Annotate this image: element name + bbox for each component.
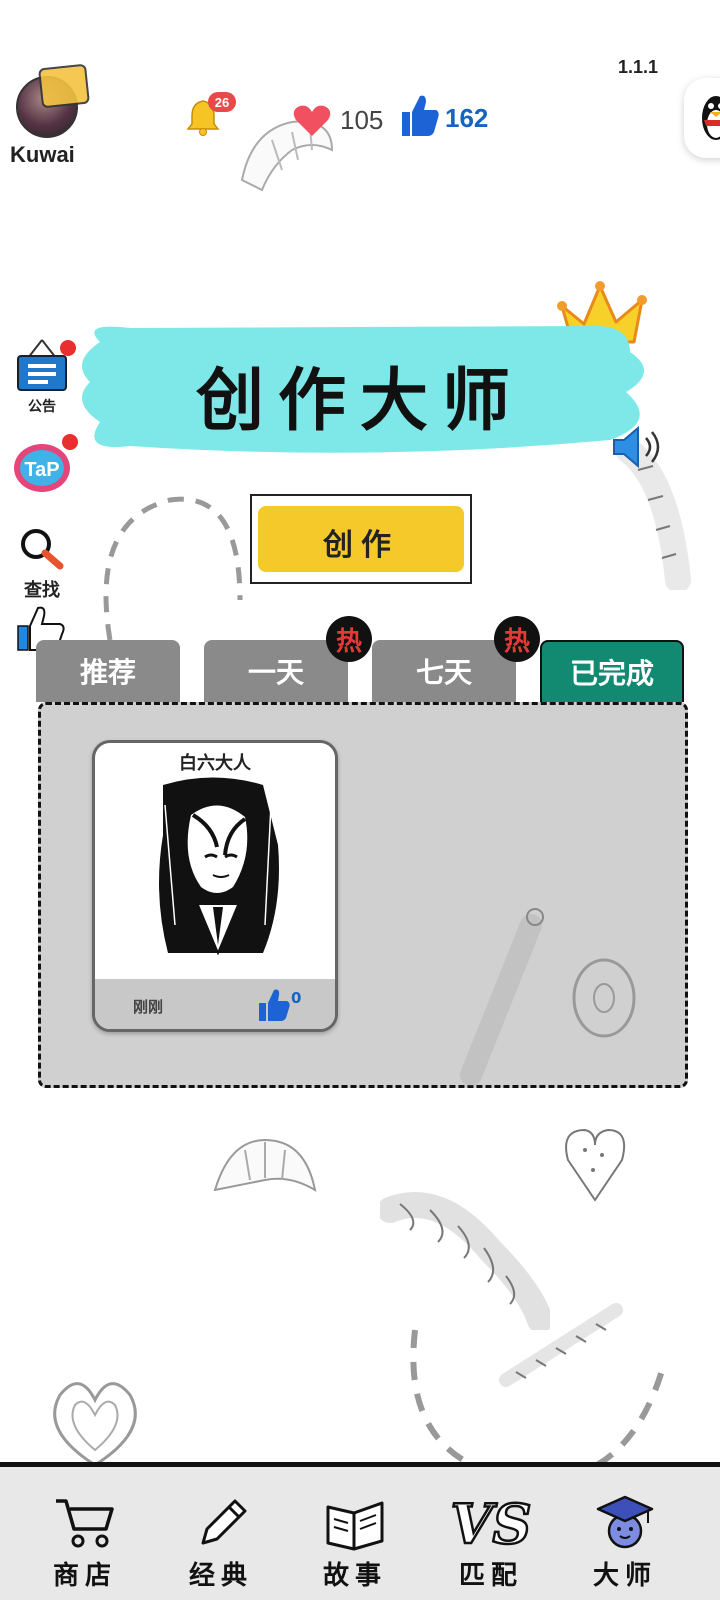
nav-label: 经典 [188, 1561, 253, 1591]
version-label: 1.1.1 [618, 57, 659, 77]
heart-icon [293, 105, 331, 136]
notification-badge: 26 [208, 92, 236, 112]
dashed-arc-doodle [103, 496, 243, 641]
qq-share-button[interactable] [684, 78, 720, 158]
rolling-pin-doodle [460, 908, 544, 1086]
card-footer: 刚刚 0 [95, 979, 335, 1029]
svg-text:TaP: TaP [24, 459, 59, 481]
nav-story[interactable]: 故事 [300, 1485, 410, 1592]
user-avatar[interactable] [10, 63, 90, 148]
nav-master[interactable]: 大师 [570, 1485, 680, 1592]
create-button-label: 创作 [323, 528, 399, 563]
tab-one-day[interactable]: 一天 [204, 640, 348, 702]
artwork-thumbnail [153, 775, 283, 955]
hot-badge-icon: 热 [326, 616, 372, 662]
thumbs-up-icon[interactable] [257, 987, 291, 1023]
avatar-frame-badge-icon [38, 63, 90, 109]
book-icon [326, 1501, 384, 1551]
card-time: 刚刚 [133, 998, 164, 1016]
card-likes: 0 [291, 989, 302, 1007]
donut-doodle [572, 958, 636, 1038]
svg-text:VS: VS [451, 1492, 531, 1551]
penguin-icon [702, 96, 720, 140]
card-author: 白六大人 [179, 753, 251, 774]
tab-label: 推荐 [79, 656, 136, 689]
nav-shop[interactable]: 商店 [30, 1485, 140, 1592]
nav-match[interactable]: VS 匹配 [436, 1485, 546, 1592]
tap-icon: TaP [14, 444, 70, 492]
tap-button[interactable]: TaP [12, 434, 78, 500]
search-label: 查找 [24, 580, 60, 601]
likes-count: 162 [445, 103, 489, 133]
thumbs-up-icon [402, 95, 439, 136]
pastry-doodle [53, 1382, 137, 1467]
vs-icon: VS [451, 1491, 531, 1551]
tab-label: 已完成 [569, 657, 654, 690]
tab-label: 七天 [415, 656, 472, 689]
tab-completed[interactable]: 已完成 [540, 640, 684, 702]
work-card[interactable]: 白六大人 刚刚 0 [92, 740, 338, 1032]
nav-label: 故事 [322, 1561, 387, 1591]
username: Kuwai [10, 142, 75, 167]
tab-recommended[interactable]: 推荐 [36, 640, 180, 702]
notice-button[interactable]: 公告 [12, 338, 76, 416]
search-button[interactable]: 查找 [12, 524, 72, 602]
nav-label: 商店 [52, 1561, 117, 1591]
create-button[interactable]: 创作 [250, 494, 472, 584]
tab-seven-days[interactable]: 七天 [372, 640, 516, 702]
pencil-icon [201, 1499, 247, 1545]
notice-label: 公告 [28, 399, 56, 415]
notice-red-dot [60, 340, 76, 356]
hot-badge-icon: 热 [494, 616, 540, 662]
page-title: 创作大师 [195, 361, 524, 441]
speaker-icon[interactable] [610, 424, 670, 470]
nav-classic[interactable]: 经典 [166, 1485, 276, 1592]
heart-cookie-doodle [565, 1128, 626, 1202]
hearts-count: 105 [340, 105, 384, 135]
cart-icon [56, 1499, 114, 1548]
nav-label: 大师 [592, 1561, 657, 1591]
magnifier-icon [21, 529, 64, 570]
graduation-cap-icon [596, 1495, 654, 1549]
nav-label: 匹配 [458, 1561, 523, 1591]
tab-label: 一天 [247, 656, 304, 689]
tap-red-dot [62, 434, 78, 450]
bottom-nav: 商店 经典 故事 VS 匹配 大师 [0, 1462, 720, 1600]
croissant-doodle-2 [213, 1138, 317, 1193]
